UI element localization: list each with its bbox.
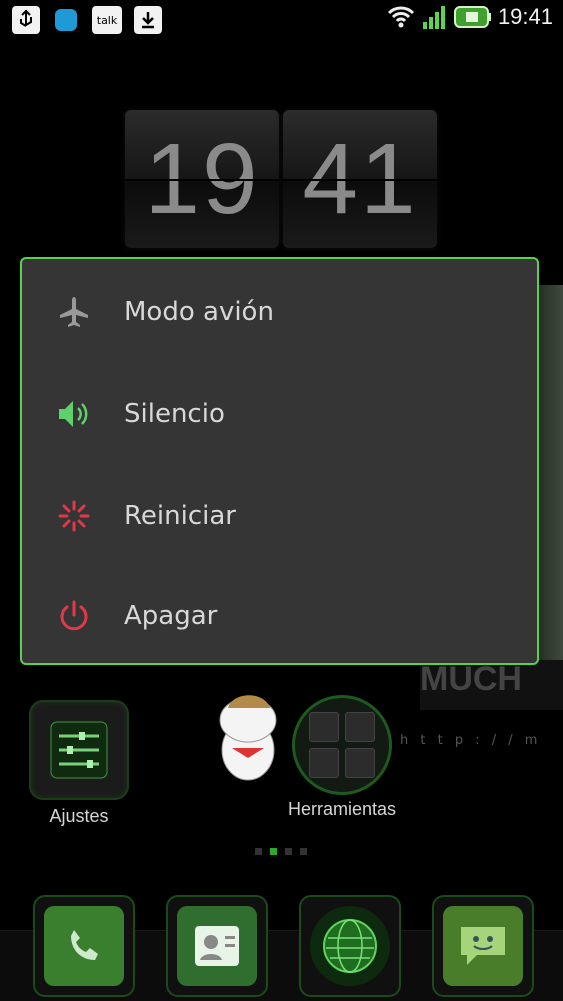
clock-minutes: 41 — [302, 122, 418, 235]
page-indicator — [255, 848, 307, 855]
mascot-decoration — [200, 680, 300, 790]
talk-label: talk — [96, 13, 118, 27]
status-time: 19:41 — [497, 4, 553, 29]
clock-hours-card: 19 — [125, 110, 279, 248]
menu-item-restart[interactable]: Reiniciar — [22, 465, 537, 567]
system-icons: 19:41 — [386, 4, 553, 30]
page-dot-active[interactable] — [270, 848, 277, 855]
menu-item-silent[interactable]: Silencio — [22, 363, 537, 465]
app-square-icon[interactable] — [52, 6, 80, 34]
status-bar: talk 19:41 — [0, 0, 563, 42]
notification-icons: talk — [12, 6, 162, 34]
browser-globe-icon — [310, 906, 390, 986]
speaker-icon — [56, 396, 92, 432]
app-label-settings: Ajustes — [49, 806, 109, 826]
settings-sliders-icon — [29, 700, 129, 800]
app-label-tools: Herramientas — [288, 799, 397, 819]
talk-icon[interactable]: talk — [92, 6, 122, 34]
dock-messaging[interactable] — [432, 895, 534, 997]
contacts-icon — [177, 906, 257, 986]
page-dot[interactable] — [300, 848, 307, 855]
menu-label-restart: Reiniciar — [124, 501, 236, 531]
signal-icon — [422, 6, 445, 29]
app-settings[interactable]: Ajustes — [29, 700, 129, 827]
power-icon — [56, 598, 92, 634]
wallpaper-banner: MUCH — [420, 660, 563, 710]
page-dot[interactable] — [285, 848, 292, 855]
menu-item-power-off[interactable]: Apagar — [22, 565, 537, 667]
messaging-icon — [443, 906, 523, 986]
restart-icon — [56, 498, 92, 534]
app-tools-folder[interactable]: Herramientas — [288, 695, 396, 820]
menu-item-airplane-mode[interactable]: Modo avión — [22, 261, 537, 363]
clock-widget[interactable]: 19 41 — [125, 110, 437, 248]
wifi-icon — [387, 6, 414, 28]
dock-phone[interactable] — [33, 895, 135, 997]
tools-folder-icon — [292, 695, 393, 795]
power-menu-dialog: Modo avión Silencio Reiniciar Apagar — [20, 257, 539, 665]
usb-icon[interactable] — [12, 6, 40, 34]
clock-minutes-card: 41 — [283, 110, 437, 248]
phone-icon — [44, 906, 124, 986]
clock-hours: 19 — [144, 122, 260, 235]
battery-icon — [453, 6, 491, 28]
download-icon[interactable] — [134, 6, 162, 34]
page-dot[interactable] — [255, 848, 262, 855]
airplane-icon — [56, 294, 92, 330]
menu-label-airplane-mode: Modo avión — [124, 297, 274, 327]
menu-label-silent: Silencio — [124, 399, 225, 429]
wallpaper-url-text: h t t p : / / m — [400, 733, 542, 748]
dock-contacts[interactable] — [166, 895, 268, 997]
menu-label-power-off: Apagar — [124, 601, 218, 631]
dock-browser[interactable] — [299, 895, 401, 997]
